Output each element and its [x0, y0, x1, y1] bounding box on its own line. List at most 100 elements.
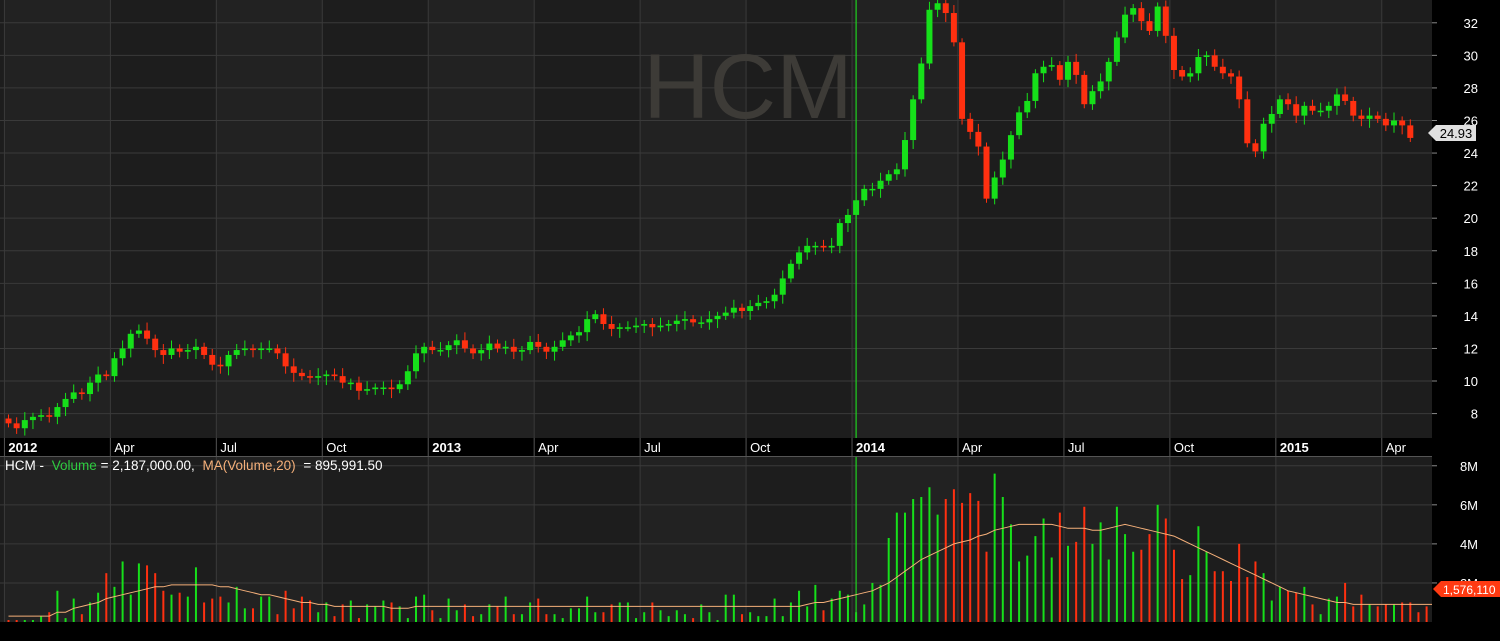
candle-body	[1024, 100, 1031, 113]
candle-body	[861, 188, 868, 201]
candle-body	[999, 159, 1006, 178]
candle-body	[1407, 125, 1414, 138]
candle-body	[910, 99, 917, 141]
candle-body	[616, 327, 623, 329]
candle-body	[38, 415, 45, 417]
candle-body	[959, 42, 966, 119]
candle-body	[1154, 6, 1161, 31]
candle-body	[714, 315, 721, 320]
candle-body	[1195, 56, 1202, 74]
candle-body	[54, 407, 61, 417]
candle-body	[95, 374, 102, 383]
candle[interactable]	[1081, 70, 1088, 109]
candle-body	[893, 169, 900, 175]
candle-body	[347, 382, 354, 385]
candle-body	[877, 180, 884, 189]
candle-body	[404, 371, 411, 385]
price-tick-label: 14	[1464, 309, 1478, 324]
candle-body	[950, 13, 957, 43]
date-tick-label: 2013	[432, 440, 461, 455]
legend-ma-value: = 895,991.50	[303, 458, 382, 473]
candle-body	[1097, 81, 1104, 92]
candle-body	[1089, 91, 1096, 105]
price-tick-label: 24	[1464, 146, 1478, 161]
candle-body	[355, 382, 362, 391]
candle[interactable]	[918, 57, 925, 104]
candle-body	[290, 366, 297, 373]
date-tick-label: Jul	[220, 440, 237, 455]
candle-body	[46, 415, 53, 417]
legend-volume-name: Volume	[52, 458, 97, 473]
candle-body	[1399, 120, 1406, 126]
candle-body	[339, 376, 346, 383]
candle-body	[1073, 61, 1080, 75]
last-price-label: 24.93	[1440, 126, 1473, 141]
candle[interactable]	[959, 38, 966, 125]
candle-body	[29, 416, 36, 421]
candle-body	[307, 376, 314, 378]
price-tick-label: 30	[1464, 48, 1478, 63]
candle-body	[1358, 115, 1365, 119]
price-tick-label: 32	[1464, 16, 1478, 31]
candle-body	[633, 325, 640, 328]
price-tick-label: 8	[1471, 407, 1478, 422]
candle-body	[388, 387, 395, 390]
candle-body	[209, 354, 216, 365]
candle-body	[763, 301, 770, 303]
axis-corner	[1432, 438, 1500, 456]
candle-body	[1301, 105, 1308, 116]
chart-stage: HCM 8 10 12 14 16 18 20 22 24 26 28 30 32 2012 Apr Jul…	[0, 0, 1500, 636]
candle-body	[1244, 99, 1251, 144]
candle-body	[1007, 135, 1014, 160]
date-tick-label: 2015	[1280, 440, 1309, 455]
date-axis-bg	[0, 438, 1432, 456]
candle-body	[1040, 66, 1047, 74]
candle-body	[103, 374, 110, 377]
price-tick-label: 10	[1464, 374, 1478, 389]
candle-body	[657, 325, 664, 328]
candle-body	[698, 322, 705, 324]
candle-body	[1260, 123, 1267, 152]
candle-body	[722, 312, 729, 316]
candle-body	[1285, 99, 1292, 105]
candle-body	[1293, 104, 1300, 116]
candle-body	[665, 324, 672, 326]
candle-body	[673, 320, 680, 325]
candle-body	[225, 354, 232, 367]
candle-body	[527, 341, 534, 351]
candle[interactable]	[926, 1, 933, 70]
candle-body	[78, 392, 85, 395]
candle-body	[926, 9, 933, 64]
candle-body	[13, 423, 20, 429]
candle-body	[934, 3, 941, 10]
candle-body	[445, 345, 452, 351]
candle-body	[1219, 66, 1226, 74]
candle-body	[1252, 143, 1259, 152]
candle-body	[119, 348, 126, 359]
candle-body	[991, 177, 998, 199]
date-axis: 2012 Apr Jul Oct 2013 Apr Jul Oct 2014 Apr Jul Oct 2…	[0, 438, 1432, 456]
candle-body	[461, 340, 468, 349]
candle-body	[1065, 61, 1071, 80]
candle-body	[217, 364, 224, 367]
candle-body	[241, 348, 248, 351]
candle-body	[796, 252, 803, 264]
candle-body	[584, 319, 591, 333]
price-tick-label: 28	[1464, 81, 1478, 96]
candle-body	[233, 350, 240, 355]
last-price-marker: 24.93	[1428, 125, 1476, 141]
candle-body	[5, 418, 12, 424]
candle[interactable]	[983, 142, 990, 203]
candle-body	[486, 343, 493, 351]
candle-body	[176, 348, 183, 352]
quarter-band	[428, 456, 535, 622]
candle-body	[551, 346, 558, 352]
candle-body	[135, 330, 142, 334]
candle-body	[967, 118, 974, 132]
candle-body	[681, 319, 688, 321]
candle-body	[413, 353, 419, 372]
candle[interactable]	[1244, 91, 1251, 148]
candle-body	[1138, 8, 1145, 22]
date-tick-label: Apr	[538, 440, 559, 455]
candle-body	[592, 314, 599, 320]
